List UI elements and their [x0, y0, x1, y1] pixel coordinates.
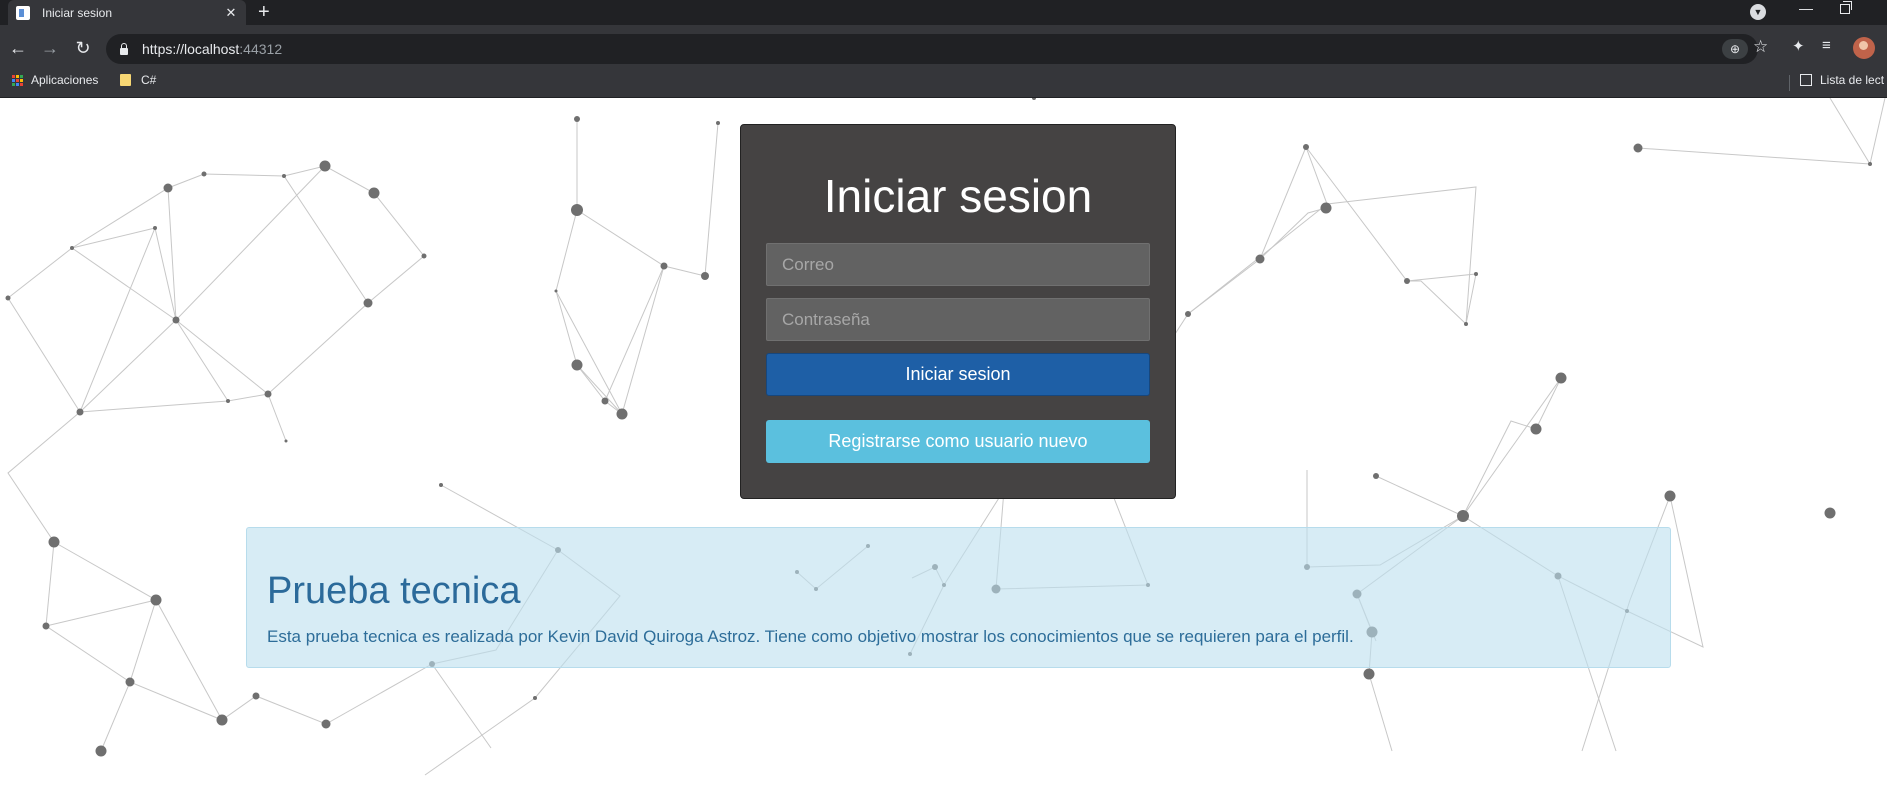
- restore-window-icon[interactable]: [1840, 1, 1852, 14]
- bookmark-apps[interactable]: Aplicaciones: [12, 73, 98, 87]
- bookmark-csharp[interactable]: C#: [120, 73, 156, 87]
- bookmark-star-icon[interactable]: ☆: [1753, 37, 1768, 57]
- browser-tab[interactable]: Iniciar sesion ✕: [8, 0, 246, 25]
- reload-icon[interactable]: ↻: [73, 38, 93, 58]
- zoom-icon[interactable]: ⊕: [1722, 39, 1748, 59]
- url-host: https://localhost: [142, 41, 240, 57]
- browser-toolbar: ← → ↻ https://localhost:44312 ⊕ ☆ ✦ ≡: [0, 25, 1887, 73]
- extensions-icon[interactable]: ✦: [1792, 37, 1805, 55]
- info-title: Prueba tecnica: [267, 570, 521, 612]
- lock-icon[interactable]: [120, 42, 128, 55]
- login-button[interactable]: Iniciar sesion: [766, 353, 1150, 396]
- tab-search-icon[interactable]: ▼: [1750, 4, 1766, 20]
- folder-icon: [120, 74, 131, 86]
- apps-grid-icon: [12, 74, 23, 86]
- media-queue-icon[interactable]: ≡: [1822, 37, 1831, 54]
- url-port: :44312: [239, 41, 283, 57]
- forward-arrow-icon[interactable]: →: [40, 38, 60, 58]
- reading-list-icon: [1800, 74, 1812, 86]
- tab-strip: Iniciar sesion ✕ + ▼ —: [0, 0, 1887, 25]
- address-bar[interactable]: https://localhost:44312 ⊕: [106, 34, 1758, 64]
- new-tab-button[interactable]: +: [258, 2, 270, 22]
- close-tab-icon[interactable]: ✕: [224, 5, 238, 21]
- bookmark-label: Aplicaciones: [31, 73, 99, 87]
- back-arrow-icon[interactable]: ←: [8, 38, 28, 58]
- minimize-icon[interactable]: —: [1796, 0, 1816, 16]
- page-viewport: Iniciar sesion Iniciar sesion Registrars…: [0, 98, 1887, 786]
- profile-avatar[interactable]: [1853, 37, 1875, 59]
- password-field[interactable]: [766, 298, 1150, 341]
- login-title: Iniciar sesion: [823, 170, 1093, 222]
- reading-list-button[interactable]: Lista de lect: [1800, 73, 1884, 87]
- tab-title: Iniciar sesion: [42, 5, 113, 20]
- bookmarks-separator: [1789, 75, 1790, 91]
- login-card: Iniciar sesion Iniciar sesion Registrars…: [740, 124, 1176, 499]
- reading-list-label: Lista de lect: [1820, 73, 1885, 87]
- info-jumbotron: Prueba tecnica Esta prueba tecnica es re…: [246, 527, 1671, 668]
- register-button[interactable]: Registrarse como usuario nuevo: [766, 420, 1150, 463]
- email-field[interactable]: [766, 243, 1150, 286]
- bookmark-label: C#: [141, 73, 157, 87]
- bookmarks-bar: Aplicaciones C# Lista de lect: [0, 67, 1887, 98]
- info-text: Esta prueba tecnica es realizada por Kev…: [267, 627, 1354, 646]
- page-favicon-icon: [16, 5, 30, 20]
